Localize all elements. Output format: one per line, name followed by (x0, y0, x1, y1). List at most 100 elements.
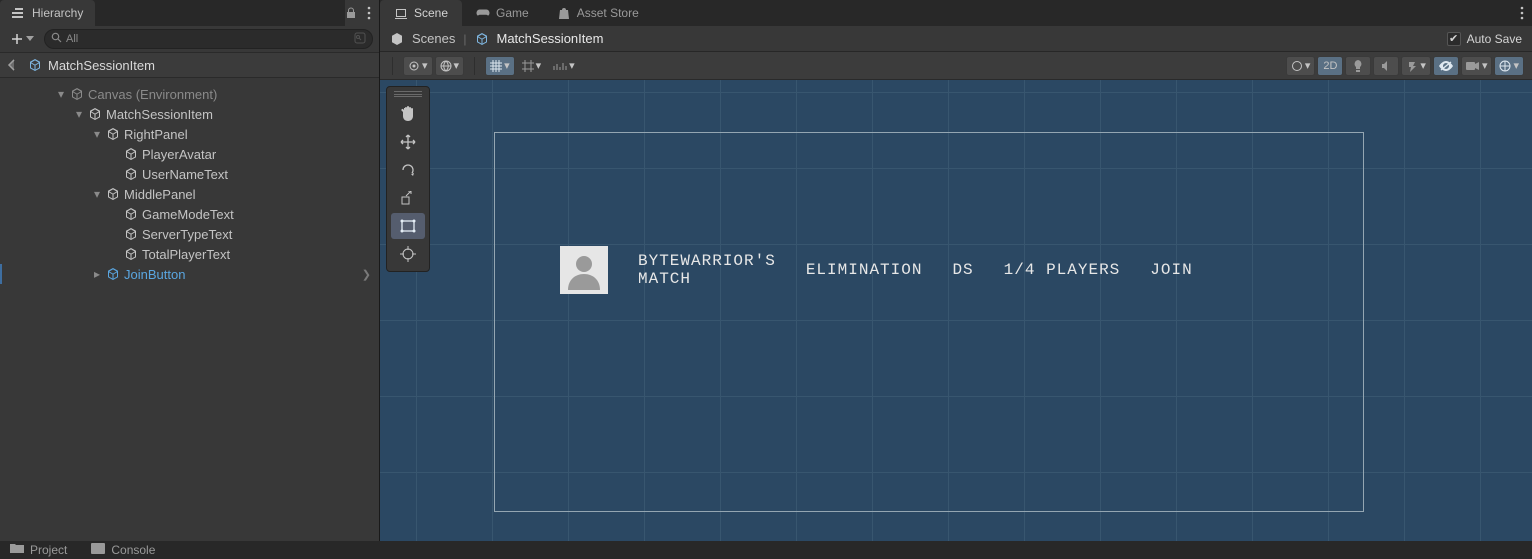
gameobject-icon (88, 107, 102, 121)
checkbox-icon: ✔ (1447, 32, 1461, 46)
caret-down-icon: ▾ (1420, 59, 1426, 72)
breadcrumb-sep: | (463, 32, 466, 46)
back-button[interactable] (8, 59, 22, 71)
2d-mode-button[interactable]: 2D (1317, 56, 1343, 76)
scene-viewport[interactable]: BYTEWARRIOR'S MATCH ELIMINATION DS 1/4 P… (380, 80, 1532, 559)
move-tool[interactable] (391, 129, 425, 155)
tree-label: RightPanel (124, 127, 188, 142)
hierarchy-tree: ▾ Canvas (Environment) ▾ MatchSessionIte… (0, 78, 379, 559)
2d-label: 2D (1323, 60, 1337, 72)
scene-icon (394, 6, 408, 20)
camera-button[interactable]: ▾ (1461, 56, 1493, 76)
tree-row-totalplayertext[interactable]: TotalPlayerText (0, 244, 379, 264)
tree-label: MatchSessionItem (106, 107, 213, 122)
gamepad-icon (476, 6, 490, 20)
search-icon (51, 32, 62, 46)
transform-tool[interactable] (391, 241, 425, 267)
autosave-toggle[interactable]: ✔ Auto Save (1447, 32, 1522, 46)
caret-down-icon: ▾ (504, 59, 510, 72)
hand-tool[interactable] (391, 101, 425, 127)
prefab-icon (106, 267, 120, 281)
create-button[interactable] (6, 30, 38, 48)
grid-snap-button[interactable]: ▾ (485, 56, 515, 76)
tree-row-gamemodetext[interactable]: GameModeText (0, 204, 379, 224)
username-text: BYTEWARRIOR'S MATCH (638, 252, 776, 289)
gameobject-icon (70, 87, 84, 101)
scene-tabbar: Scene Game Asset Store (380, 0, 1532, 26)
open-prefab-icon[interactable]: ❯ (362, 268, 371, 281)
kebab-icon[interactable] (1520, 6, 1524, 20)
foldout-icon[interactable]: ▸ (92, 267, 102, 281)
tab-console[interactable]: Console (91, 543, 155, 557)
servertype-text: DS (952, 261, 973, 279)
fx-button[interactable]: ▾ (1401, 56, 1431, 76)
search-type-icon[interactable] (354, 32, 366, 47)
snap-increment-button[interactable]: ▾ (517, 56, 547, 76)
foldout-icon[interactable]: ▾ (56, 87, 66, 101)
draw-mode-button[interactable]: ▾ (403, 56, 433, 76)
tree-row-rightpanel[interactable]: ▾ RightPanel (0, 124, 379, 144)
tree-label: GameModeText (142, 207, 234, 222)
tab-project[interactable]: Project (10, 543, 67, 557)
caret-down-icon: ▾ (422, 59, 428, 72)
prefab-path-row: MatchSessionItem (0, 52, 379, 78)
gameobject-icon (106, 127, 120, 141)
tab-game[interactable]: Game (462, 0, 543, 26)
canvas-bounds (494, 132, 1364, 512)
prefab-icon (475, 32, 489, 46)
breadcrumb-root[interactable]: Scenes (412, 31, 455, 46)
tab-scene[interactable]: Scene (380, 0, 462, 26)
tab-label: Console (111, 543, 155, 557)
tree-row-servertypetext[interactable]: ServerTypeText (0, 224, 379, 244)
tree-label: JoinButton (124, 267, 185, 282)
bottom-tabbar: Project Console (0, 541, 1532, 559)
tree-row-playeravatar[interactable]: PlayerAvatar (0, 144, 379, 164)
tree-label: PlayerAvatar (142, 147, 216, 162)
tab-asset-store[interactable]: Asset Store (543, 0, 653, 26)
foldout-icon[interactable]: ▾ (92, 127, 102, 141)
orientation-button[interactable]: ▾ (1286, 56, 1316, 76)
gameobject-icon (124, 227, 138, 241)
hierarchy-search-row: All (0, 26, 379, 52)
caret-down-icon (26, 36, 34, 42)
scene-breadcrumb: Scenes | MatchSessionItem ✔ Auto Save (380, 26, 1532, 52)
rotate-tool[interactable] (391, 157, 425, 183)
search-placeholder: All (66, 33, 78, 45)
tab-label: Asset Store (577, 6, 639, 20)
gameobject-icon (124, 167, 138, 181)
scale-tool[interactable] (391, 185, 425, 211)
caret-down-icon: ▾ (1513, 59, 1519, 72)
lighting-button[interactable] (1345, 56, 1371, 76)
scene-asset-icon (390, 32, 404, 46)
plus-icon (10, 32, 24, 46)
breadcrumb-current[interactable]: MatchSessionItem (497, 31, 604, 46)
tree-row-middlepanel[interactable]: ▾ MiddlePanel (0, 184, 379, 204)
caret-down-icon: ▾ (536, 59, 542, 72)
prefab-icon (28, 58, 42, 72)
tree-row-matchsessionitem[interactable]: ▾ MatchSessionItem (0, 104, 379, 124)
lock-icon[interactable] (345, 7, 357, 19)
gizmos-button[interactable]: ▾ (1494, 56, 1524, 76)
tree-row-usernametext[interactable]: UserNameText (0, 164, 379, 184)
foldout-icon[interactable]: ▾ (92, 187, 102, 201)
snap-settings-button[interactable]: ▾ (548, 56, 580, 76)
hierarchy-tab[interactable]: Hierarchy (0, 0, 95, 26)
foldout-icon[interactable]: ▾ (74, 107, 84, 121)
prefab-path-label: MatchSessionItem (48, 58, 155, 73)
search-input[interactable]: All (44, 29, 373, 49)
tree-row-canvas[interactable]: ▾ Canvas (Environment) (0, 84, 379, 104)
gameobject-icon (124, 247, 138, 261)
hidden-objects-button[interactable] (1433, 56, 1459, 76)
shading-mode-button[interactable]: ▾ (435, 56, 465, 76)
tree-row-joinbutton[interactable]: ▸ JoinButton ❯ (0, 264, 379, 284)
scene-tool-palette[interactable] (386, 86, 430, 272)
hierarchy-tab-label: Hierarchy (32, 6, 83, 20)
rect-tool[interactable] (391, 213, 425, 239)
caret-down-icon: ▾ (454, 59, 460, 72)
drag-grip-icon[interactable] (394, 91, 422, 97)
kebab-icon[interactable] (367, 6, 371, 20)
audio-button[interactable] (1373, 56, 1399, 76)
gameobject-icon (124, 207, 138, 221)
caret-down-icon: ▾ (1482, 59, 1488, 72)
gameobject-icon (106, 187, 120, 201)
